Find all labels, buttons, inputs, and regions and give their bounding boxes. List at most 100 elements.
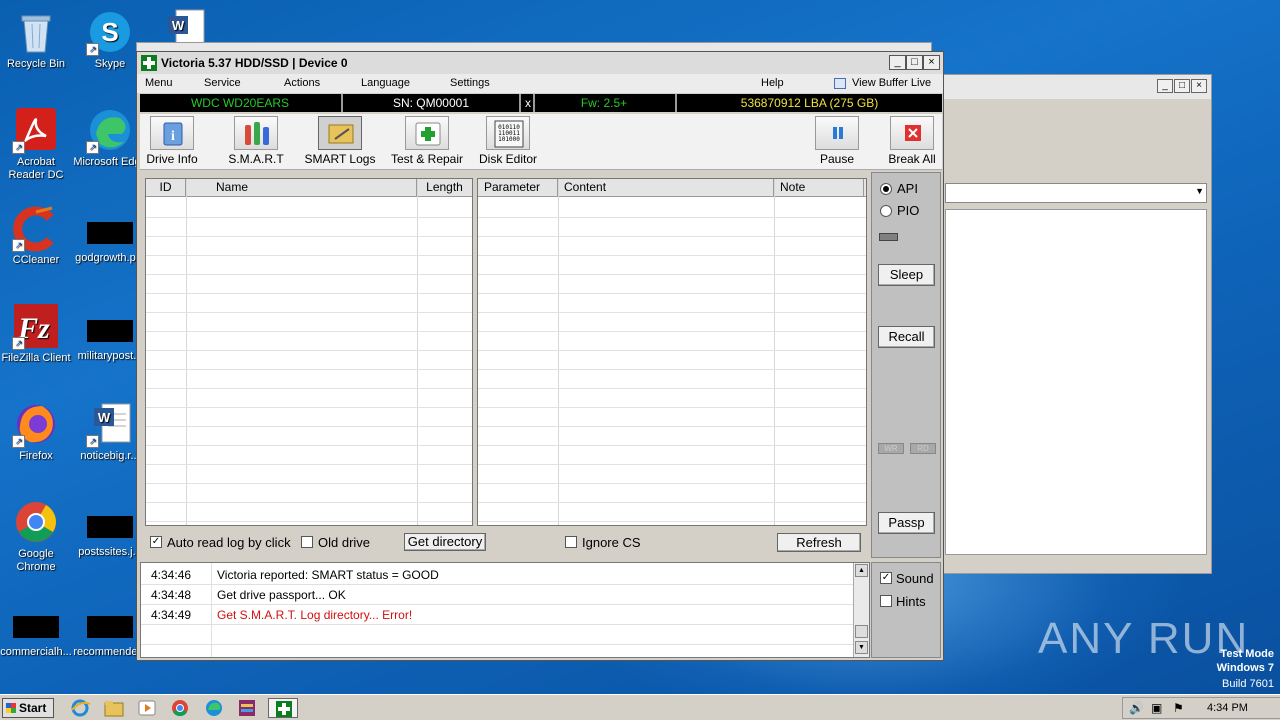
- column-header-note[interactable]: Note: [774, 179, 864, 197]
- row-gridline: [146, 293, 472, 294]
- row-gridline: [146, 312, 472, 313]
- desktop-icon-acrobat[interactable]: ↗ Acrobat Reader DC: [0, 106, 74, 182]
- disk-editor-button[interactable]: 010110 110011 101000 Disk Editor: [476, 116, 540, 168]
- ignore-cs-checkbox[interactable]: [565, 536, 577, 548]
- hints-checkbox[interactable]: [880, 595, 892, 607]
- column-header-id[interactable]: ID: [146, 179, 186, 197]
- media-player-icon[interactable]: [135, 698, 159, 718]
- recall-button[interactable]: Recall: [878, 326, 935, 348]
- desktop-icon-chrome[interactable]: Google Chrome: [0, 498, 74, 574]
- edge-taskbar-icon[interactable]: [202, 698, 226, 718]
- drive-info-label: Drive Info: [146, 152, 198, 166]
- api-label: API: [897, 181, 918, 196]
- desktop-icon-recycle-bin[interactable]: Recycle Bin: [0, 8, 74, 71]
- victoria-taskbar-button[interactable]: [268, 698, 298, 718]
- row-gridline: [146, 464, 472, 465]
- desktop-icon-ccleaner[interactable]: ↗ CCleaner: [0, 204, 74, 267]
- system-tray: 🔊 ▣ ⚑ 4:34 PM: [1122, 697, 1280, 719]
- menu-item-settings[interactable]: Settings: [450, 77, 490, 89]
- file-explorer-icon[interactable]: [102, 698, 126, 718]
- auto-read-checkbox[interactable]: ✓: [150, 536, 162, 548]
- column-header-length[interactable]: Length: [417, 179, 472, 197]
- desktop-icon-label: Firefox: [19, 450, 53, 462]
- menu-item-help[interactable]: Help: [761, 77, 784, 89]
- desktop-icon-file[interactable]: commercialh...: [0, 598, 74, 659]
- column-header-parameter[interactable]: Parameter: [478, 179, 558, 197]
- close-icon[interactable]: ×: [1191, 79, 1207, 93]
- desktop-icon-filezilla[interactable]: Fz ↗ FileZilla Client: [0, 302, 74, 365]
- drive-info-bar: WDC WD20EARS SN: QM00001 x Fw: 2.5+ 5368…: [140, 94, 942, 112]
- menu-item-menu[interactable]: Menu: [145, 77, 173, 89]
- action-center-flag-icon[interactable]: ⚑: [1173, 701, 1184, 715]
- drive-firmware: Fw: 2.5+: [580, 96, 628, 110]
- acrobat-icon: ↗: [12, 106, 60, 154]
- row-gridline: [478, 521, 866, 522]
- pio-radio[interactable]: [880, 205, 892, 217]
- smart-logs-button[interactable]: SMART Logs: [300, 116, 380, 168]
- column-header-name[interactable]: Name: [186, 179, 417, 197]
- drive-capacity: 536870912 LBA (275 GB): [740, 96, 879, 110]
- drive-info-button[interactable]: i Drive Info: [142, 116, 202, 168]
- minimize-icon[interactable]: _: [1157, 79, 1173, 93]
- maximize-icon[interactable]: □: [1174, 79, 1190, 93]
- background-window[interactable]: _ □ × ▼: [940, 74, 1212, 574]
- svg-text:S: S: [101, 17, 118, 47]
- sleep-button[interactable]: Sleep: [878, 264, 935, 286]
- row-gridline: [478, 331, 866, 332]
- break-all-label: Break All: [888, 152, 936, 166]
- event-log[interactable]: 4:34:46 Victoria reported: SMART status …: [140, 562, 870, 658]
- desktop-icon-label: Recycle Bin: [6, 58, 66, 70]
- background-combo[interactable]: ▼: [945, 183, 1207, 203]
- chevron-down-icon: ▼: [1195, 186, 1204, 196]
- row-gridline: [478, 483, 866, 484]
- menu-item-actions[interactable]: Actions: [284, 77, 320, 89]
- break-all-button[interactable]: Break All: [884, 116, 940, 168]
- old-drive-checkbox[interactable]: [301, 536, 313, 548]
- pause-button[interactable]: Pause: [812, 116, 862, 168]
- window-titlebar[interactable]: Victoria 5.37 HDD/SSD | Device 0 _ □ ×: [137, 52, 943, 74]
- menu-item-service[interactable]: Service: [204, 77, 241, 89]
- smart-logs-icon: [318, 116, 362, 150]
- test-repair-button[interactable]: Test & Repair: [386, 116, 468, 168]
- log-content-table[interactable]: Parameter Content Note: [477, 178, 867, 526]
- maximize-icon[interactable]: □: [906, 55, 923, 70]
- row-gridline: [478, 312, 866, 313]
- skype-icon: S ↗: [86, 8, 134, 56]
- anyrun-watermark: ANY RUN: [1038, 614, 1250, 663]
- hints-label: Hints: [896, 594, 926, 609]
- start-button[interactable]: Start: [2, 698, 54, 718]
- chrome-taskbar-icon[interactable]: [168, 698, 192, 718]
- scroll-up-icon[interactable]: ▲: [855, 564, 868, 577]
- internet-explorer-icon[interactable]: [68, 698, 92, 718]
- menu-item-view-buffer-live[interactable]: View Buffer Live: [852, 77, 931, 89]
- disk-editor-label: Disk Editor: [478, 152, 537, 166]
- log-time: 4:34:48: [151, 588, 192, 602]
- scroll-down-icon[interactable]: ▼: [855, 641, 868, 654]
- volume-icon[interactable]: 🔊: [1129, 701, 1144, 715]
- refresh-button[interactable]: Refresh: [777, 533, 861, 552]
- clock[interactable]: 4:34 PM: [1207, 702, 1248, 714]
- menu-item-language[interactable]: Language: [361, 77, 410, 89]
- passp-button[interactable]: Passp: [878, 512, 935, 534]
- desktop-icon-firefox[interactable]: ↗ Firefox: [0, 400, 74, 463]
- row-gridline: [146, 483, 472, 484]
- close-icon[interactable]: ×: [923, 55, 940, 70]
- minimize-icon[interactable]: _: [889, 55, 906, 70]
- sound-checkbox[interactable]: ✓: [880, 572, 892, 584]
- log-text: Get drive passport... OK: [217, 588, 346, 602]
- winrar-icon[interactable]: [235, 698, 259, 718]
- desktop-icon-label: Google Chrome: [16, 548, 56, 573]
- api-radio[interactable]: [880, 183, 892, 195]
- get-directory-button[interactable]: Get directory: [404, 533, 486, 551]
- network-icon[interactable]: ▣: [1151, 701, 1162, 715]
- smart-button[interactable]: S.M.A.R.T: [220, 116, 292, 168]
- scroll-thumb[interactable]: [855, 625, 868, 638]
- log-scrollbar[interactable]: ▲ ▼: [853, 563, 869, 657]
- column-header-content[interactable]: Content: [558, 179, 774, 197]
- row-gridline: [478, 502, 866, 503]
- log-directory-table[interactable]: ID Name Length: [145, 178, 473, 526]
- menu-bar: Menu Service Actions Language Settings H…: [137, 74, 943, 93]
- desktop-icon-label: Acrobat Reader DC: [8, 156, 64, 181]
- taskbar: Start 🔊 ▣ ⚑ 4:34 PM: [0, 694, 1280, 720]
- row-gridline: [478, 426, 866, 427]
